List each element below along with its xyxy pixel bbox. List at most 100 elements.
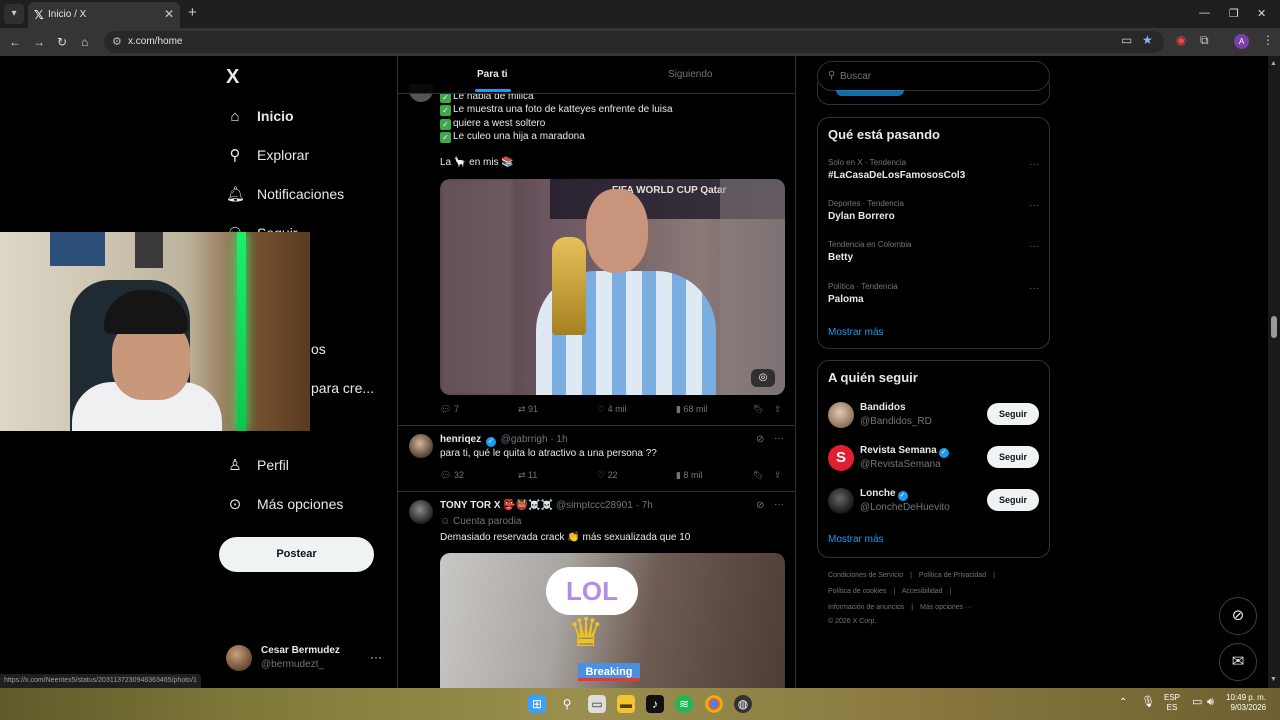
close-tab-icon[interactable]: ✕	[164, 7, 174, 21]
nav-label-partial[interactable]: para cre...	[311, 380, 374, 396]
tweet-more-icon[interactable]: ···	[774, 433, 784, 444]
tweet-photo[interactable]: LOL ♛ Breaking	[440, 553, 785, 688]
footer-link[interactable]: Política de Privacidad	[919, 572, 986, 579]
tiktok-icon[interactable]: ♪	[646, 695, 664, 713]
maximize-icon[interactable]: ❐	[1229, 7, 1239, 20]
scroll-up-icon[interactable]: ▲	[1270, 60, 1277, 67]
messages-fab-icon[interactable]: ✉	[1219, 643, 1257, 681]
follow-button[interactable]: Seguir	[987, 403, 1039, 425]
grok-icon[interactable]: ⊘	[756, 434, 764, 445]
footer-link[interactable]: Política de cookies	[828, 588, 886, 595]
trend-more-icon[interactable]: ···	[1029, 241, 1039, 252]
home-browser-icon[interactable]: ⌂	[81, 34, 88, 50]
repost-button[interactable]: ⇄ 11	[518, 470, 537, 481]
address-bar[interactable]: ⚙ x.com/home	[104, 31, 1164, 53]
clock[interactable]: 10:49 p. m. 9/03/2026	[1226, 693, 1266, 713]
views-button[interactable]: ▮ 8 mil	[676, 470, 702, 481]
like-button[interactable]: ♡ 4 mil	[597, 404, 627, 415]
browser-menu-icon[interactable]: ⋮	[1262, 33, 1274, 47]
search-icon[interactable]: ⚲	[558, 695, 576, 713]
nav-home[interactable]: ⌂ Inicio	[226, 104, 293, 128]
tab-para-ti[interactable]: Para ti	[477, 69, 508, 80]
trend-name[interactable]: Paloma	[828, 294, 864, 305]
trend-more-icon[interactable]: ···	[1029, 283, 1039, 294]
chrome-icon[interactable]	[705, 695, 723, 713]
footer-link[interactable]: Accesibilidad	[902, 588, 943, 595]
nav-label-partial[interactable]: os	[311, 341, 326, 357]
obs-icon[interactable]: ◍	[734, 695, 752, 713]
reload-icon[interactable]: ↻	[57, 34, 67, 50]
bookmark-star-icon[interactable]: ★	[1142, 33, 1153, 47]
extension-icon[interactable]: ◉	[1176, 33, 1186, 47]
footer-link[interactable]: Condiciones de Servicio	[828, 572, 903, 579]
nav-more-options[interactable]: ⊙ Más opciones	[226, 492, 344, 516]
bookmark-icon[interactable]: 🔖︎	[753, 404, 764, 415]
grok-icon[interactable]: ⊘	[756, 500, 764, 511]
tray-chevron-icon[interactable]: ⌃	[1119, 698, 1127, 708]
follow-avatar[interactable]: S	[828, 445, 854, 471]
grok-fab-icon[interactable]: ⊘	[1219, 597, 1257, 635]
trend-more-icon[interactable]: ···	[1029, 200, 1039, 211]
tweet-photo[interactable]: FIFA WORLD CUP Qatar	[440, 179, 785, 395]
media-tag-icon[interactable]: ◎	[751, 369, 775, 387]
trend-more-icon[interactable]: ···	[1029, 159, 1039, 170]
file-explorer-icon[interactable]: ▬	[617, 695, 635, 713]
trend-name[interactable]: #LaCasaDeLosFamososCol3	[828, 170, 965, 181]
share-icon[interactable]: ⇪	[774, 404, 782, 415]
microphone-icon[interactable]: 🎙︎	[1141, 697, 1155, 708]
nav-profile[interactable]: ♙ Perfil	[226, 453, 289, 477]
subscribe-button-remnant[interactable]	[836, 90, 904, 96]
post-button[interactable]: Postear	[219, 537, 374, 572]
repost-button[interactable]: ⇄ 91	[518, 404, 538, 415]
x-logo-icon[interactable]: X	[226, 66, 239, 89]
tweet-time[interactable]: · 1h	[550, 434, 567, 445]
follow-avatar[interactable]	[828, 488, 854, 514]
trend-name[interactable]: Betty	[828, 252, 853, 263]
scroll-thumb[interactable]	[1271, 316, 1277, 338]
tweet-avatar[interactable]	[409, 434, 433, 458]
start-icon[interactable]: ⊞	[528, 695, 546, 713]
follow-name[interactable]: Bandidos	[860, 402, 906, 413]
page-scrollbar[interactable]: ▲ ▼	[1268, 56, 1280, 688]
follow-avatar[interactable]	[828, 402, 854, 428]
account-switcher[interactable]: Cesar Bermudez @bermudezt_ ···	[226, 642, 386, 674]
views-button[interactable]: ▮ 68 mil	[676, 404, 707, 415]
extensions-puzzle-icon[interactable]: ⧉	[1200, 33, 1209, 47]
show-more-follow-link[interactable]: Mostrar más	[828, 534, 884, 545]
tweet-author-name[interactable]: TONY TOR X 👺👹☠️☠️	[440, 500, 553, 511]
volume-icon[interactable]: 🔊︎	[1207, 697, 1214, 708]
tweet-time[interactable]: · 7h	[636, 500, 653, 511]
nav-explore[interactable]: ⚲ Explorar	[226, 143, 310, 167]
profile-avatar[interactable]: A	[1234, 34, 1249, 49]
tweet-author-handle[interactable]: @gabrrigh	[501, 434, 548, 445]
forward-icon[interactable]: →	[33, 34, 45, 50]
site-info-icon[interactable]: ⚙	[112, 35, 122, 48]
tweet-more-icon[interactable]: ···	[774, 499, 784, 510]
tab-search-dropdown-icon[interactable]: ▾	[4, 4, 24, 24]
reply-button[interactable]: 💬︎ 7	[440, 404, 459, 415]
trend-name[interactable]: Dylan Borrero	[828, 211, 895, 222]
follow-name[interactable]: Lonche ✓	[860, 488, 910, 501]
bookmark-icon[interactable]: 🔖︎	[753, 470, 764, 481]
footer-link[interactable]: Más opciones ···	[920, 604, 972, 611]
footer-link[interactable]: Información de anuncios	[828, 604, 904, 611]
browser-tab[interactable]: 𝕏 Inicio / X ✕	[28, 2, 180, 28]
like-button[interactable]: ♡ 22	[597, 470, 618, 481]
reply-button[interactable]: 💬︎ 32	[440, 470, 464, 481]
network-icon[interactable]: ▭	[1192, 697, 1202, 708]
task-view-icon[interactable]: ▭	[588, 695, 606, 713]
language-indicator[interactable]: ESP ES	[1164, 693, 1180, 713]
minimize-icon[interactable]: —	[1199, 7, 1210, 19]
scroll-down-icon[interactable]: ▼	[1270, 676, 1277, 683]
share-icon[interactable]: ⇪	[774, 470, 782, 481]
close-window-icon[interactable]: ✕	[1257, 7, 1266, 20]
back-icon[interactable]: ←	[9, 34, 21, 50]
new-tab-icon[interactable]: +	[188, 5, 197, 21]
show-more-trends-link[interactable]: Mostrar más	[828, 327, 884, 338]
tweet-avatar[interactable]	[409, 500, 433, 524]
follow-button[interactable]: Seguir	[987, 489, 1039, 511]
tab-siguiendo[interactable]: Siguiendo	[668, 69, 712, 80]
follow-name[interactable]: Revista Semana ✓	[860, 445, 951, 458]
follow-button[interactable]: Seguir	[987, 446, 1039, 468]
tweet-author-name[interactable]: henriqez	[440, 434, 481, 445]
